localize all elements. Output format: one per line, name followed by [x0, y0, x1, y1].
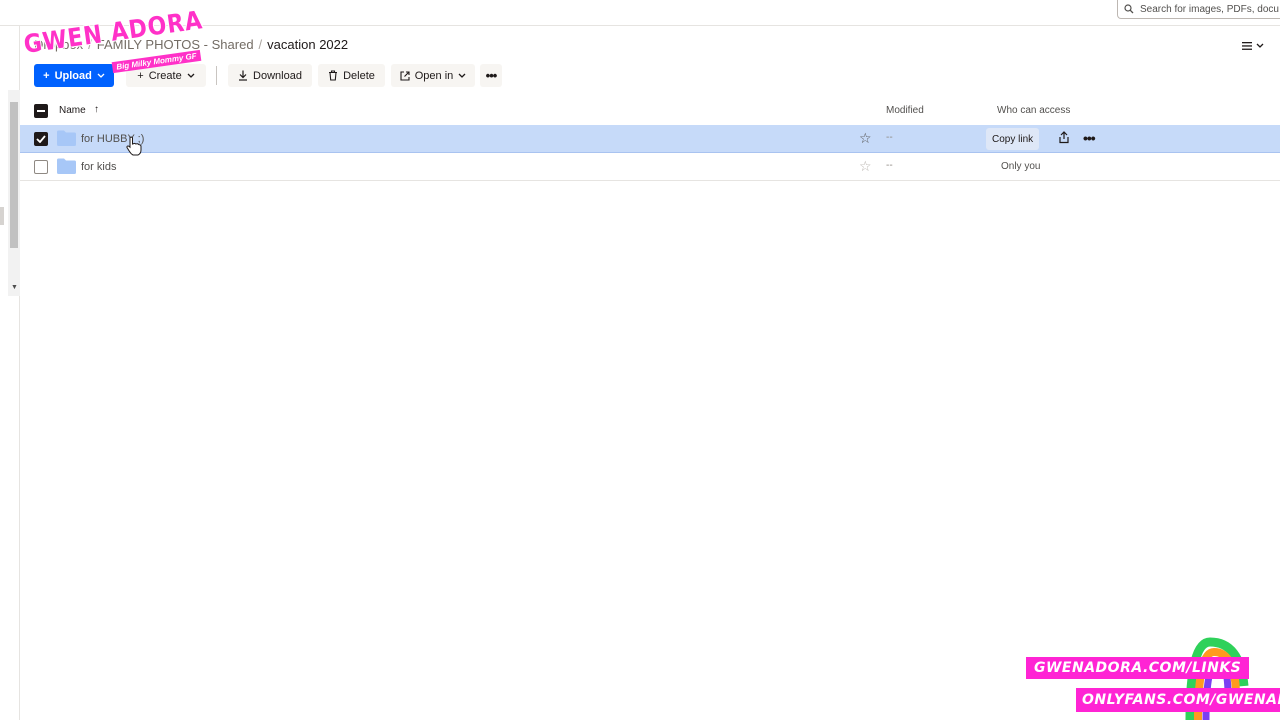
- plus-icon: +: [43, 69, 50, 82]
- column-header-name[interactable]: Name: [59, 105, 86, 116]
- breadcrumb: Dropbox / FAMILY PHOTOS - Shared / vacat…: [34, 37, 348, 52]
- breadcrumb-separator: /: [258, 37, 263, 52]
- toolbar-divider: [216, 66, 217, 85]
- row-checkbox[interactable]: [34, 132, 48, 146]
- chevron-down-icon: [187, 73, 195, 78]
- row-more-icon[interactable]: •••: [1083, 131, 1096, 145]
- search-input[interactable]: Search for images, PDFs, docu: [1117, 0, 1280, 19]
- top-bar: Search for images, PDFs, docu: [0, 0, 1280, 26]
- hand-cursor-icon: [126, 136, 142, 156]
- promo-links-text: GWENADORA.COM/LINKS: [1026, 657, 1250, 679]
- chevron-down-icon: [1256, 43, 1264, 48]
- open-external-icon: [400, 70, 410, 81]
- scrollbar-thumb[interactable]: [10, 102, 18, 248]
- rail-indicator: [0, 207, 4, 225]
- open-in-button[interactable]: Open in: [391, 64, 475, 87]
- more-actions-button[interactable]: •••: [480, 64, 502, 87]
- modified-value: --: [886, 160, 893, 171]
- file-name[interactable]: for kids: [81, 161, 116, 173]
- table-row[interactable]: for HUBBY ;) ☆ -- Copy link •••: [20, 125, 1280, 153]
- sort-ascending-icon[interactable]: ↑: [94, 104, 99, 115]
- delete-label: Delete: [343, 69, 375, 82]
- promo-onlyfans-text: ONLYFANS.COM/GWENADORA: [1076, 688, 1280, 712]
- share-icon[interactable]: [1058, 131, 1070, 144]
- star-icon[interactable]: ☆: [859, 159, 872, 173]
- breadcrumb-separator: /: [88, 37, 92, 52]
- search-placeholder: Search for images, PDFs, docu: [1140, 3, 1279, 15]
- copy-link-button[interactable]: Copy link: [986, 128, 1040, 150]
- column-header-access: Who can access: [997, 105, 1071, 116]
- checkmark-icon: [36, 135, 46, 143]
- chevron-down-icon: [97, 73, 105, 78]
- view-options-button[interactable]: [1242, 38, 1270, 54]
- access-value: Only you: [1001, 161, 1041, 172]
- breadcrumb-item-dropbox[interactable]: Dropbox: [34, 37, 83, 52]
- chevron-down-icon: [458, 73, 466, 78]
- trash-icon: [329, 70, 338, 81]
- minus-icon: [37, 110, 45, 112]
- plus-icon: +: [137, 69, 144, 82]
- open-in-label: Open in: [414, 69, 454, 82]
- upload-button[interactable]: + Upload: [34, 64, 114, 87]
- upload-label: Upload: [54, 69, 92, 82]
- delete-button[interactable]: Delete: [318, 64, 385, 87]
- list-view-icon: [1242, 42, 1252, 50]
- promo-overlay: GWENADORA.COM/LINKS ONLYFANS.COM/GWENADO…: [1020, 636, 1280, 720]
- row-checkbox[interactable]: [34, 160, 48, 174]
- folder-icon: [57, 158, 76, 174]
- more-icon: •••: [485, 68, 498, 83]
- download-button[interactable]: Download: [228, 64, 312, 87]
- create-button[interactable]: + Create: [126, 64, 206, 87]
- column-header-modified[interactable]: Modified: [886, 105, 924, 116]
- download-label: Download: [253, 69, 302, 82]
- table-row[interactable]: for kids ☆ -- Only you: [20, 153, 1280, 181]
- star-icon[interactable]: ☆: [859, 131, 872, 145]
- download-icon: [239, 70, 248, 81]
- table-header: Name ↑ Modified Who can access: [20, 99, 1280, 125]
- breadcrumb-item-family-photos[interactable]: FAMILY PHOTOS - Shared: [97, 37, 254, 52]
- modified-value: --: [886, 132, 893, 143]
- folder-icon: [57, 130, 76, 146]
- page-title: vacation 2022: [267, 37, 349, 52]
- create-label: Create: [148, 69, 182, 82]
- search-icon: [1124, 4, 1134, 14]
- scroll-down-arrow-icon[interactable]: ▼: [11, 284, 18, 291]
- select-all-checkbox[interactable]: [34, 104, 48, 118]
